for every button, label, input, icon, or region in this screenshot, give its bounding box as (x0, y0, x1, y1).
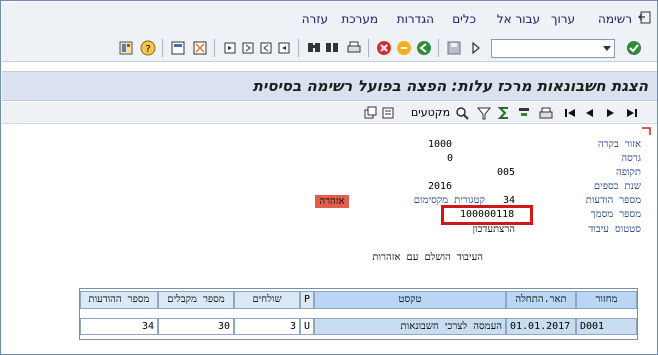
page-prev-icon[interactable] (258, 40, 274, 56)
find-next-icon[interactable] (306, 40, 322, 56)
document-number-highlight (441, 205, 533, 225)
enter-icon[interactable] (626, 40, 642, 56)
status-badge-warning: אזהרה (315, 195, 349, 208)
last-page-icon[interactable] (624, 105, 640, 121)
subtotal-icon[interactable] (516, 105, 532, 121)
print-preview-icon[interactable] (538, 105, 554, 121)
page-last-icon[interactable] (222, 40, 238, 56)
field-label-processing-status: סטטוס עיבוד (588, 224, 641, 235)
table-cell-cycle[interactable]: D001 (576, 318, 637, 335)
field-label-document-number: מספר מסמך (590, 209, 641, 220)
standard-toolbar: ? (2, 34, 657, 62)
exit-menu-icon[interactable] (638, 11, 652, 24)
application-toolbar: מקטעים (2, 102, 657, 124)
field-label-message-count: מספר הודעות (585, 195, 641, 206)
field-label-controlling-area: אזור בקרה (597, 139, 641, 150)
table-cell-receivers[interactable]: 30 (158, 318, 234, 335)
col-header-text[interactable]: טקסט (314, 291, 506, 309)
first-page-icon[interactable] (562, 105, 578, 121)
table-cell-text[interactable]: העמסה לצרכי חשבונאות (314, 318, 506, 335)
back-icon[interactable] (416, 40, 432, 56)
table-cell-message-count[interactable]: 34 (80, 318, 158, 335)
sort-icon[interactable] (362, 105, 378, 121)
segments-button-label[interactable]: מקטעים (411, 106, 450, 119)
chevron-down-icon[interactable] (603, 46, 611, 51)
menu-edit[interactable]: ערוך (551, 12, 575, 26)
detail-icon[interactable] (380, 105, 396, 121)
layout-icon[interactable] (118, 40, 134, 56)
print-icon[interactable] (346, 40, 362, 56)
next-page-icon[interactable] (602, 105, 618, 121)
sum-icon[interactable] (496, 105, 512, 121)
filter-icon[interactable] (476, 105, 492, 121)
title-bar: הצגת חשבונאות מרכז עלות: הפצה בפועל רשימ… (2, 71, 657, 101)
col-header-start-date[interactable]: תאר.התחלה (506, 291, 576, 309)
save-icon[interactable] (446, 40, 462, 56)
col-header-p[interactable]: P (300, 291, 314, 309)
field-value-processing-status: הרצתעדכון (472, 224, 515, 235)
menu-help[interactable]: עזרה (302, 12, 328, 26)
menu-goto[interactable]: עבור אל (497, 12, 540, 26)
find-icon[interactable] (324, 40, 340, 56)
sap-window: רשימה ערוך עבור אל כלים הגדרות מערכת עזר… (0, 0, 658, 355)
field-label-version: גרסה (621, 153, 641, 164)
page-title: הצגת חשבונאות מרכז עלות: הפצה בפועל רשימ… (252, 77, 648, 95)
table-cell-senders[interactable]: 3 (234, 318, 300, 335)
svg-text:?: ? (145, 44, 150, 55)
close-icon[interactable] (641, 127, 651, 136)
create-session-icon[interactable] (170, 40, 186, 56)
col-header-receivers[interactable]: מספר מקבלים (158, 291, 234, 309)
menu-settings[interactable]: הגדרות (397, 12, 434, 26)
col-header-message-count[interactable]: מספר ההודעות (80, 291, 158, 309)
shortcut-icon[interactable] (192, 40, 208, 56)
exit-icon[interactable] (396, 40, 412, 56)
cancel-icon[interactable] (376, 40, 392, 56)
help-icon[interactable]: ? (140, 40, 156, 56)
field-value-period: 005 (497, 167, 516, 178)
field-value-fiscal-year: 2016 (428, 181, 453, 192)
page-first-icon[interactable] (276, 40, 292, 56)
segments-search-icon[interactable] (454, 105, 470, 121)
menu-list[interactable]: רשימה (598, 12, 632, 26)
table-cell-start-date[interactable]: 01.01.2017 (506, 318, 576, 335)
results-table: מספר ההודעות מספר מקבלים שולחים P טקסט ת… (79, 288, 638, 340)
table-cell-p[interactable]: U (300, 318, 314, 335)
previous-page-icon[interactable] (582, 105, 598, 121)
command-field[interactable] (491, 39, 615, 58)
menu-tools[interactable]: כלים (452, 12, 476, 26)
menu-system[interactable]: מערכת (341, 12, 378, 26)
status-message: העיבוד הושלם עם אזהרות (372, 252, 483, 263)
field-value-controlling-area: 1000 (428, 139, 453, 150)
col-header-senders[interactable]: שולחים (234, 291, 300, 309)
field-value-version: 0 (447, 153, 454, 164)
col-header-cycle[interactable]: מחזור (576, 291, 637, 309)
expand-command-icon[interactable] (468, 40, 484, 56)
page-next-icon[interactable] (240, 40, 256, 56)
field-label-period: תקופה (616, 167, 641, 178)
field-label-fiscal-year: שנת כספים (593, 181, 641, 192)
menu-bar: רשימה ערוך עבור אל כלים הגדרות מערכת עזר… (2, 2, 657, 34)
